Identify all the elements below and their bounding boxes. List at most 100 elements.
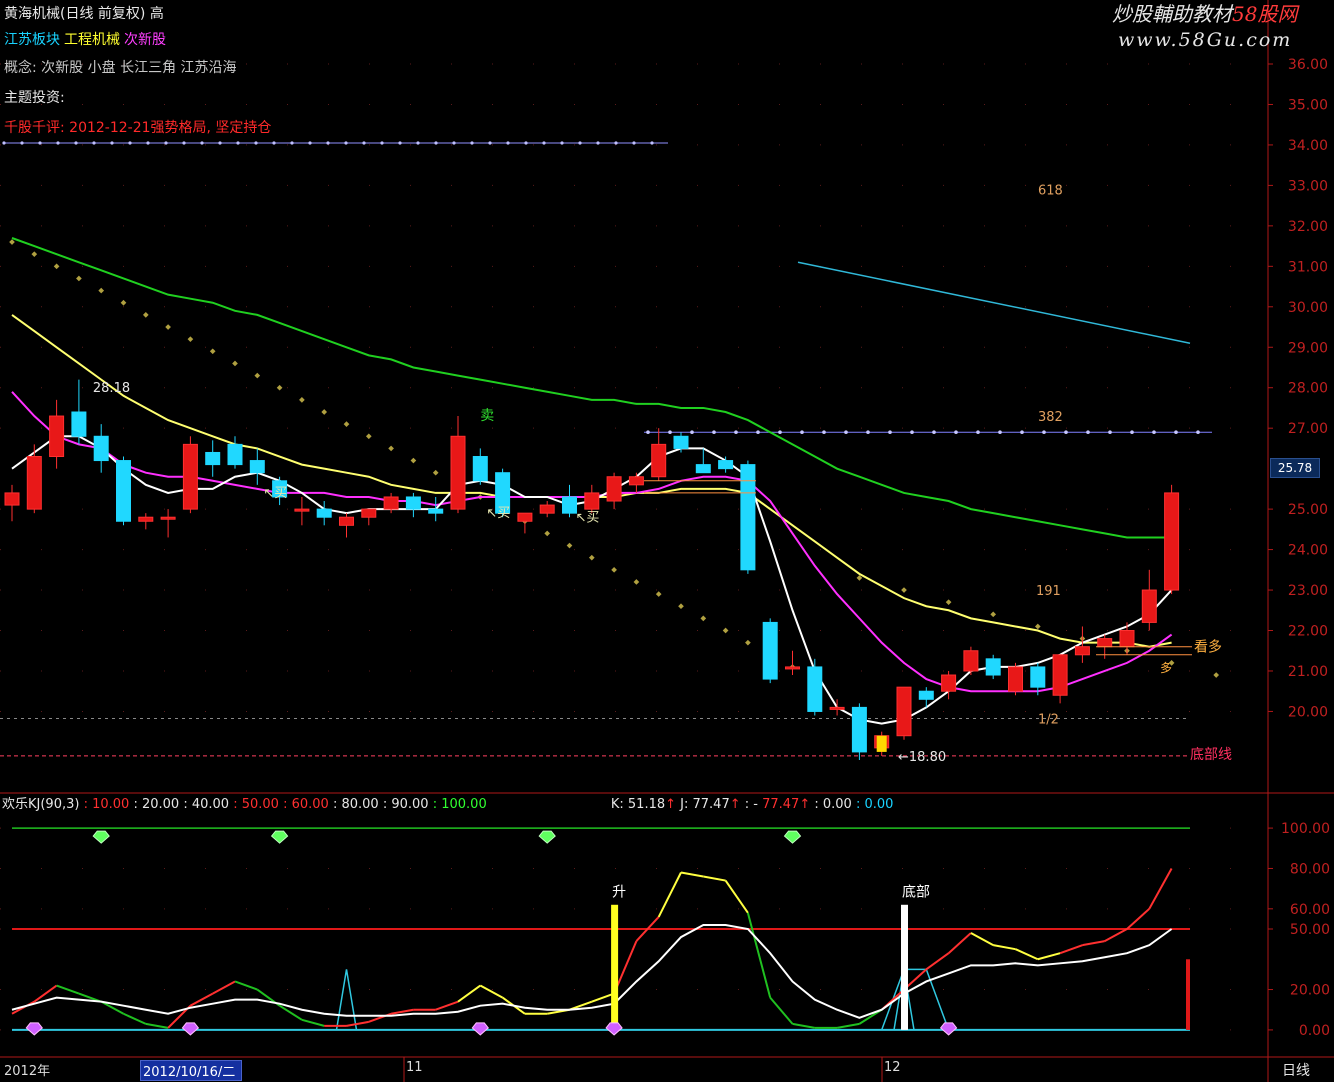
header-divider-dot (2, 141, 6, 145)
fib-382-dot (1020, 430, 1024, 435)
gem-top-icon (270, 830, 289, 844)
ind-tick-label: 80.00 (1290, 861, 1330, 877)
ind-k-segment (1126, 908, 1150, 930)
price-tick-label: 36.00 (1288, 57, 1328, 73)
ind-k-segment (145, 1022, 169, 1029)
period-label[interactable]: 日线 (1282, 1060, 1310, 1080)
indicator-readout: ↑ (799, 797, 811, 812)
candle-body (807, 666, 823, 712)
gem-top-icon (783, 830, 802, 844)
sar-dot (655, 591, 662, 597)
candle-body (116, 460, 131, 522)
sar-dot (633, 579, 640, 585)
header-divider-dot (416, 141, 420, 145)
sector-tag[interactable]: 工程机械 (64, 32, 120, 48)
candle-body (472, 456, 488, 482)
indicator-level: : 20.00 (133, 797, 184, 812)
candle-body (829, 706, 845, 710)
concept-line: 概念: 次新股 小盘 长江三角 江苏沿海 (4, 60, 237, 76)
header-divider-dot (470, 141, 474, 145)
indicator-readout: ↑ (729, 797, 741, 812)
candle-body (205, 451, 221, 466)
header-divider-dot (578, 141, 582, 145)
candle-body (584, 492, 600, 510)
sar-dot (1034, 623, 1041, 630)
candle-body (851, 706, 867, 753)
ind-tick-label: 60.00 (1290, 902, 1330, 918)
indicator-readout: 77.47 (762, 797, 800, 812)
candle-body (361, 508, 377, 518)
sar-dot (209, 348, 216, 355)
watermark-cn-prefix: 炒股輔助教材 (1112, 2, 1232, 26)
current-price-tag: 25.78 (1270, 458, 1320, 478)
ind-k-segment (724, 879, 749, 914)
header-divider-dot (74, 141, 78, 145)
price-tick-label: 23.00 (1288, 583, 1328, 599)
high-annotation: 28.18 (93, 381, 130, 396)
ind-tick-label: 50.00 (1290, 922, 1330, 938)
fib-382-dot (1196, 430, 1200, 435)
ind-k-segment (769, 996, 794, 1025)
fib-382-dot (910, 430, 914, 435)
fib-382-dot (668, 430, 672, 435)
resistance-line (797, 261, 1191, 344)
sector-tag[interactable]: 次新股 (124, 32, 166, 48)
indicator-level: : 90.00 (382, 797, 433, 812)
header-divider-dot (434, 141, 438, 145)
ind-k-segment (435, 1000, 459, 1011)
ind-k-segment (1015, 948, 1039, 961)
header-divider-dot (20, 141, 24, 145)
sector-tags: 江苏板块 工程机械 次新股 (4, 32, 170, 48)
ind-k-segment (212, 980, 236, 995)
sar-dot (165, 324, 171, 330)
fib-382-dot (646, 430, 650, 435)
price-tick-label: 24.00 (1288, 543, 1328, 559)
candle-body (405, 496, 421, 510)
fib-382-dot (822, 430, 826, 435)
candle-body (1119, 630, 1135, 648)
gem-bottom-icon (25, 1022, 43, 1036)
price-tick-label: 27.00 (1288, 421, 1328, 437)
candle-body (1052, 654, 1068, 696)
header-divider-dot (308, 141, 312, 145)
fib-382-dot (1086, 430, 1090, 435)
date-axis-label: 2012年 (4, 1064, 51, 1079)
candle-body (562, 496, 577, 514)
header-divider-dot (146, 141, 150, 145)
ind-k-segment (591, 992, 615, 1003)
indicator-readout-row: 欢乐KJ(90,3) : 10.00 : 20.00 : 40.00 : 50.… (2, 797, 893, 813)
low-candle-highlight (876, 735, 887, 752)
price-tick-label: 32.00 (1288, 219, 1328, 235)
sar-dot (321, 409, 328, 415)
note-annotation: 多 (1160, 661, 1172, 675)
fib-382-dot (800, 430, 804, 435)
sar-dot (678, 603, 684, 610)
header-divider-dot (650, 141, 654, 145)
sar-dot (745, 639, 751, 646)
sar-dot (53, 263, 60, 270)
ind-k-segment (1148, 867, 1173, 910)
indicator-readout: ↑ (665, 797, 677, 812)
indicator-name: 欢乐KJ(90,3) (2, 797, 84, 812)
date-axis-label: 12 (884, 1060, 901, 1075)
candle-body (1074, 646, 1090, 656)
indicator-level: : 60.00 (283, 797, 333, 812)
candle-body (227, 443, 243, 466)
candle-body (339, 516, 354, 526)
header-divider-dot (200, 141, 204, 145)
signal-label: 底部 (902, 885, 930, 901)
ind-k-segment (746, 912, 772, 998)
sector-tag[interactable]: 江苏板块 (4, 32, 60, 48)
sar-dot (142, 312, 149, 318)
candle-body (963, 650, 979, 672)
candle-body (316, 508, 332, 518)
price-tick-label: 20.00 (1288, 704, 1328, 720)
header-divider-dot (614, 141, 618, 145)
indicator-readout: : 0.00 (810, 797, 852, 812)
header-divider-dot (398, 141, 402, 145)
sar-dot (254, 372, 261, 379)
ind-k-segment (680, 871, 704, 878)
ind-k-segment (1059, 944, 1083, 955)
comment-line: 千股千评: 2012-12-21强势格局, 坚定持仓 (4, 120, 272, 136)
stock-chart[interactable]: 36.00 35.00 34.00 33.00 32.00 31.00 30.00 29.00… (0, 0, 1334, 1082)
